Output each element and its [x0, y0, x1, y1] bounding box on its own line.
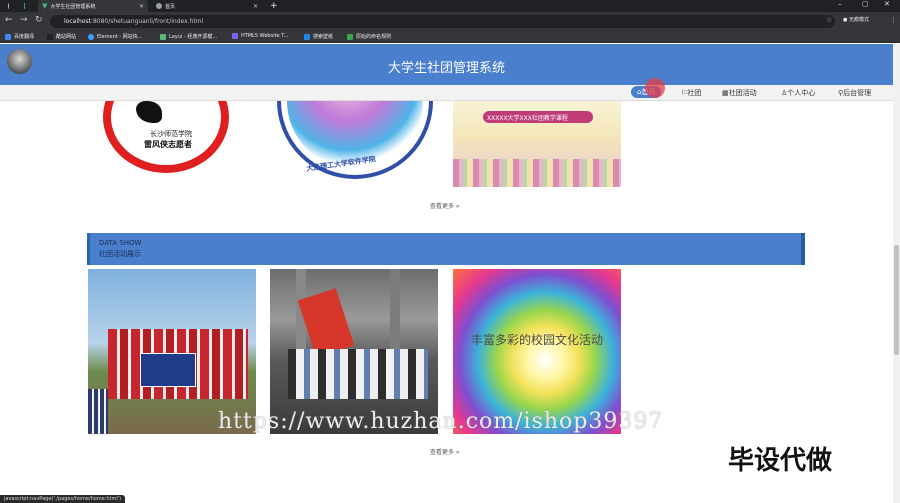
section-header-activities: DATA SHOW 社团活动展示 — [87, 233, 805, 265]
nav-activities[interactable]: ▦社团活动 — [722, 88, 757, 98]
url-field[interactable]: localhost:8080/shetuanguanli/front/index… — [50, 15, 835, 28]
element-icon — [88, 33, 94, 40]
bookmark-item[interactable]: 酷站网站 — [47, 33, 76, 40]
bookmark-item[interactable]: Element - 网站快... — [88, 33, 142, 40]
club-image-1[interactable]: 长沙师范学院 雷风侠志愿者 — [88, 101, 256, 187]
tab-favicon-pinned[interactable] — [4, 0, 16, 12]
html5-icon — [232, 33, 238, 39]
bookmark-label: HTML5 Website T... — [241, 33, 289, 39]
team-banner — [140, 353, 196, 387]
chrome-icon — [8, 3, 9, 9]
back-icon[interactable]: ← — [5, 15, 13, 25]
more-link-activities[interactable]: 查看更多 » — [430, 447, 460, 456]
watermark-text: https://www.huzhan.com/ishop39397 — [218, 409, 664, 434]
nav-label: 社团 — [687, 89, 702, 97]
new-tab-button[interactable]: + — [266, 0, 280, 12]
bookmark-label: Layui - 经典开源模... — [169, 34, 218, 40]
reload-icon[interactable]: ↻ — [35, 15, 43, 25]
overlay-stamp-text: 毕设代做 — [728, 446, 833, 476]
image-caption: 丰富多彩的校园文化活动 — [470, 333, 603, 347]
close-icon[interactable]: ✕ — [139, 3, 144, 10]
bookmarks-bar: 百度翻译 酷站网站 Element - 网站快... Layui - 经典开源模… — [0, 31, 900, 43]
page-scrollbar-thumb[interactable] — [894, 245, 899, 355]
image-caption: XXXXX大学XXX社团教学课程 — [487, 115, 568, 122]
site-header: 大学生社团管理系统 — [0, 44, 893, 85]
club-image-3[interactable]: XXXXX大学XXX社团教学课程 — [453, 101, 621, 187]
bookmark-label: 酷站网站 — [56, 34, 77, 40]
star-icon[interactable]: ☆ — [826, 16, 832, 24]
tab-label: 大学生社团管理系统 — [50, 3, 96, 10]
club-image-2[interactable]: 大连理工大学软件学院 — [270, 101, 438, 187]
incognito-badge[interactable]: ● 无痕模式 — [843, 16, 869, 23]
nav-clubs[interactable]: ⚐社团 — [681, 88, 701, 98]
browser-tabbar: ▼ 大学生社团管理系统 ✕ 首页 ✕ + – ▢ ✕ — [0, 0, 900, 12]
tab-favicon-pinned-2[interactable] — [20, 0, 32, 12]
menu-icon[interactable]: ⋮ — [890, 16, 897, 24]
more-link-clubs[interactable]: 查看更多 » — [430, 201, 460, 210]
url-host: localhost — [64, 18, 91, 25]
section-title-cn: 社团活动展示 — [99, 250, 141, 258]
bookmark-label: 百度翻译 — [14, 34, 35, 40]
site-icon — [47, 33, 53, 40]
bookmark-label: Element - 网站快... — [97, 34, 143, 40]
sheets-icon — [24, 3, 25, 9]
bookmark-item[interactable]: 搜索壁纸 — [304, 33, 333, 40]
nav-label: 后台管理 — [843, 89, 872, 97]
main-nav: ⌂首页 ⚐社团 ▦社团活动 ♙个人中心 ⚲后台管理 — [0, 85, 893, 101]
group-photo-people — [288, 349, 428, 399]
close-icon[interactable]: ✕ — [253, 3, 258, 10]
bookmark-item[interactable]: Layui - 经典开源模... — [160, 33, 217, 40]
cityscape-decor — [453, 159, 621, 187]
browser-status-url: javascript:navPage('./pages/home/home.ht… — [0, 495, 126, 503]
click-indicator — [645, 78, 665, 98]
red-flag — [297, 288, 355, 358]
tab-label: 首页 — [165, 3, 176, 10]
nav-admin[interactable]: ⚲后台管理 — [838, 88, 871, 98]
vue-icon: ▼ — [42, 2, 48, 10]
bookmark-label: 原始的命名规则 — [356, 34, 392, 40]
image-caption: 长沙师范学院 — [150, 130, 192, 138]
forward-icon[interactable]: → — [20, 15, 28, 25]
nav-label: 个人中心 — [787, 89, 816, 97]
nav-user-center[interactable]: ♙个人中心 — [781, 88, 815, 98]
bookmark-label: 搜索壁纸 — [313, 34, 334, 40]
translate-icon — [5, 33, 11, 40]
image-caption: 雷风侠志愿者 — [144, 140, 192, 149]
bookmark-item[interactable]: 百度翻译 — [5, 33, 34, 40]
browser-addressbar: ← → ↻ localhost:8080/shetuanguanli/front… — [0, 12, 900, 31]
crowd-left — [88, 389, 108, 434]
incognito-label: 无痕模式 — [848, 17, 869, 23]
url-path: :8080/shetuanguanli/front/index.html — [90, 18, 204, 25]
bookmark-item[interactable]: 原始的命名规则 — [347, 33, 391, 40]
doc-icon — [347, 33, 353, 40]
layui-icon — [160, 33, 166, 40]
bookmark-item[interactable]: HTML5 Website T... — [232, 33, 288, 39]
nav-label: 社团活动 — [728, 89, 757, 97]
maximize-icon[interactable]: ▢ — [862, 0, 869, 8]
globe-icon — [156, 3, 162, 9]
wallpaper-icon — [304, 33, 310, 40]
section-title-en: DATA SHOW — [99, 239, 142, 247]
window-close-icon[interactable]: ✕ — [884, 0, 890, 8]
tab-home[interactable]: 首页 ✕ — [152, 0, 262, 12]
minimize-icon[interactable]: – — [838, 0, 842, 8]
site-title: 大学生社团管理系统 — [387, 61, 505, 76]
tab-main[interactable]: ▼ 大学生社团管理系统 ✕ — [38, 0, 148, 12]
